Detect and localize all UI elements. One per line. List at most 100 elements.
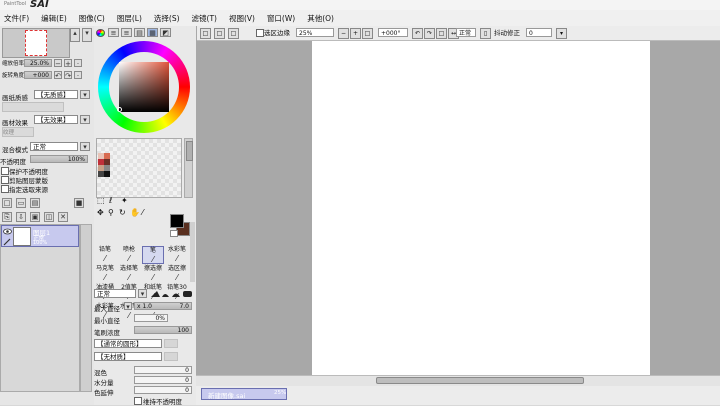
swatch-grid[interactable] [96, 138, 182, 198]
vertical-scroll-track[interactable] [709, 41, 720, 375]
menu-other[interactable]: 其他(O) [307, 13, 334, 24]
paper-effect-arrow-icon[interactable]: ▾ [80, 115, 90, 124]
brush-size-arrow-icon[interactable]: ▾ [124, 302, 132, 311]
hsv-slider-tab-icon[interactable]: ≡ [121, 28, 132, 37]
nav-rotate-right-icon[interactable]: ↷ [64, 71, 72, 80]
rect-select-icon[interactable]: ⬚ [97, 196, 105, 205]
new-folder-icon[interactable]: ▭ [16, 198, 26, 208]
brush-density-slider[interactable]: 100 [134, 326, 192, 334]
gradient-tab-icon[interactable]: ▤ [134, 28, 145, 37]
merge-visible-icon[interactable]: ▣ [30, 212, 40, 222]
document-tab[interactable]: 新建图像.sai 25% [201, 388, 287, 400]
tool-watercolor[interactable]: 水彩笔 ⁄ [166, 246, 188, 264]
tool-eraser[interactable]: 选区擦 ⁄ [166, 265, 188, 283]
nav-zoom-reset-icon[interactable]: · [74, 59, 82, 68]
blend-mode-field[interactable]: 正常 [456, 28, 476, 37]
paper-effect-dropdown[interactable]: 【无效果】 [34, 115, 78, 124]
paper-strength-slider[interactable] [2, 102, 64, 112]
menu-file[interactable]: 文件(F) [4, 13, 29, 24]
hand-tool-icon[interactable]: ✋ [130, 208, 140, 217]
saturation-value-square[interactable] [119, 62, 169, 112]
tool-brush[interactable]: 笔 ⁄ [142, 246, 164, 264]
menu-layer[interactable]: 图层(L) [117, 13, 142, 24]
nav-zoom-slider[interactable]: 25.0% [24, 59, 52, 67]
new-layer-icon[interactable]: □ [2, 198, 12, 208]
paper-effect-sub[interactable]: 纹理 [2, 127, 34, 137]
layer-row[interactable]: 图层1 正常 100% [1, 225, 79, 247]
selection-edge-checkbox[interactable] [256, 29, 264, 37]
opacity-slider[interactable]: 100% [30, 155, 88, 163]
lasso-icon[interactable]: ℓ [109, 196, 112, 205]
delete-layer-icon[interactable]: ✕ [58, 212, 68, 222]
blend-mode-arrow-icon[interactable]: ▾ [80, 142, 90, 151]
rgb-slider-tab-icon[interactable]: ≡ [108, 28, 119, 37]
mirror-icon[interactable]: ▯ [480, 28, 491, 39]
magic-wand-icon[interactable]: ✦ [121, 196, 128, 205]
tool-select-eraser[interactable]: 擦选擦 ⁄ [142, 265, 164, 283]
rotate-tool-icon[interactable]: ↻ [119, 208, 126, 217]
tool-grid-scrollbar[interactable] [190, 222, 195, 282]
copy-layer-icon[interactable]: ⎘ [2, 212, 12, 222]
tool-marker[interactable]: 马克笔 ⁄ [94, 265, 116, 283]
color-picker-handle[interactable] [117, 107, 122, 112]
brush-shape-strength[interactable] [164, 339, 178, 348]
view-layout-icon[interactable]: □ [214, 28, 225, 39]
brush-mode-arrow-icon[interactable]: ▾ [138, 289, 147, 298]
brush-mode-dropdown[interactable]: 正常 [94, 289, 136, 298]
menu-image[interactable]: 图像(C) [79, 13, 105, 24]
blend-mode-dropdown[interactable]: 正常 [30, 142, 78, 151]
brush-texture-dropdown[interactable]: 【无材质】 [94, 352, 162, 361]
new-linework-layer-icon[interactable]: ▤ [30, 198, 40, 208]
clipping-mask-checkbox[interactable] [1, 176, 9, 184]
shake-dropdown-icon[interactable]: ▾ [556, 28, 567, 39]
navigator-preview[interactable] [2, 28, 70, 58]
clear-layer-icon[interactable]: ◫ [44, 212, 54, 222]
nav-angle-slider[interactable]: +000 [24, 71, 52, 79]
brush-shape-dropdown[interactable]: 【通常的圆形】 [94, 339, 162, 348]
selection-source-checkbox[interactable] [1, 185, 9, 193]
nav-zoom-in-icon[interactable]: + [64, 59, 72, 68]
swatch-tab-icon[interactable]: ▦ [147, 28, 158, 37]
layer-mask-icon[interactable]: ■ [74, 198, 84, 208]
protect-opacity-checkbox[interactable] [1, 167, 9, 175]
nav-zoom-out-icon[interactable]: − [54, 59, 62, 68]
brush-min-slider[interactable]: 0% [134, 314, 168, 322]
zoom-out-icon[interactable]: − [338, 28, 349, 39]
eyedropper-icon[interactable]: ⁄ [142, 208, 143, 217]
brush-texture-strength[interactable] [164, 352, 178, 361]
nav-rotate-reset-icon[interactable]: · [74, 71, 82, 80]
paper-texture-dropdown[interactable]: 【无质感】 [34, 90, 78, 99]
rotate-left-icon[interactable]: ↶ [412, 28, 423, 39]
swatch-scroll-thumb[interactable] [186, 141, 193, 161]
swatch-7[interactable] [104, 171, 110, 177]
shake-correction-field[interactable]: 0 [526, 28, 552, 37]
menu-edit[interactable]: 编辑(E) [41, 13, 67, 24]
nav-rotate-left-icon[interactable]: ↶ [54, 71, 62, 80]
rotate-right-icon[interactable]: ↷ [424, 28, 435, 39]
new-view-icon[interactable]: □ [200, 28, 211, 39]
navigator-scroll-down-icon[interactable]: ▾ [82, 28, 92, 42]
zoom-field[interactable]: 25% [296, 28, 334, 37]
paper-texture-arrow-icon[interactable]: ▾ [80, 90, 90, 99]
water-slider[interactable]: 0 [134, 376, 192, 384]
tool-airbrush[interactable]: 喷枪 ⁄ [118, 246, 140, 264]
merge-down-icon[interactable]: ⇩ [16, 212, 26, 222]
brush-size-slider[interactable]: x 1.0 7.0 [134, 302, 192, 310]
edit-lock-icon[interactable] [3, 237, 12, 246]
layer-scrollbar[interactable] [80, 224, 92, 392]
tool-select-pen[interactable]: 选择笔 ⁄ [118, 265, 140, 283]
keep-opacity-checkbox[interactable] [134, 397, 142, 405]
navigator-scroll-up-icon[interactable]: ▴ [70, 28, 80, 42]
menu-view[interactable]: 视图(V) [229, 13, 255, 24]
canvas-document[interactable] [312, 41, 650, 375]
zoom-tool-icon[interactable]: ⚲ [108, 208, 114, 217]
color-extend-slider[interactable]: 0 [134, 386, 192, 394]
tool-pencil[interactable]: 铅笔 ⁄ [94, 246, 116, 264]
horizontal-scroll-thumb[interactable] [376, 377, 584, 384]
brush-edge-shapes[interactable] [150, 289, 194, 298]
swatch-scrollbar[interactable] [184, 138, 193, 198]
move-icon[interactable]: ✥ [97, 208, 104, 217]
zoom-in-icon[interactable]: + [350, 28, 361, 39]
blend-slider[interactable]: 0 [134, 366, 192, 374]
eye-icon[interactable] [3, 227, 12, 236]
